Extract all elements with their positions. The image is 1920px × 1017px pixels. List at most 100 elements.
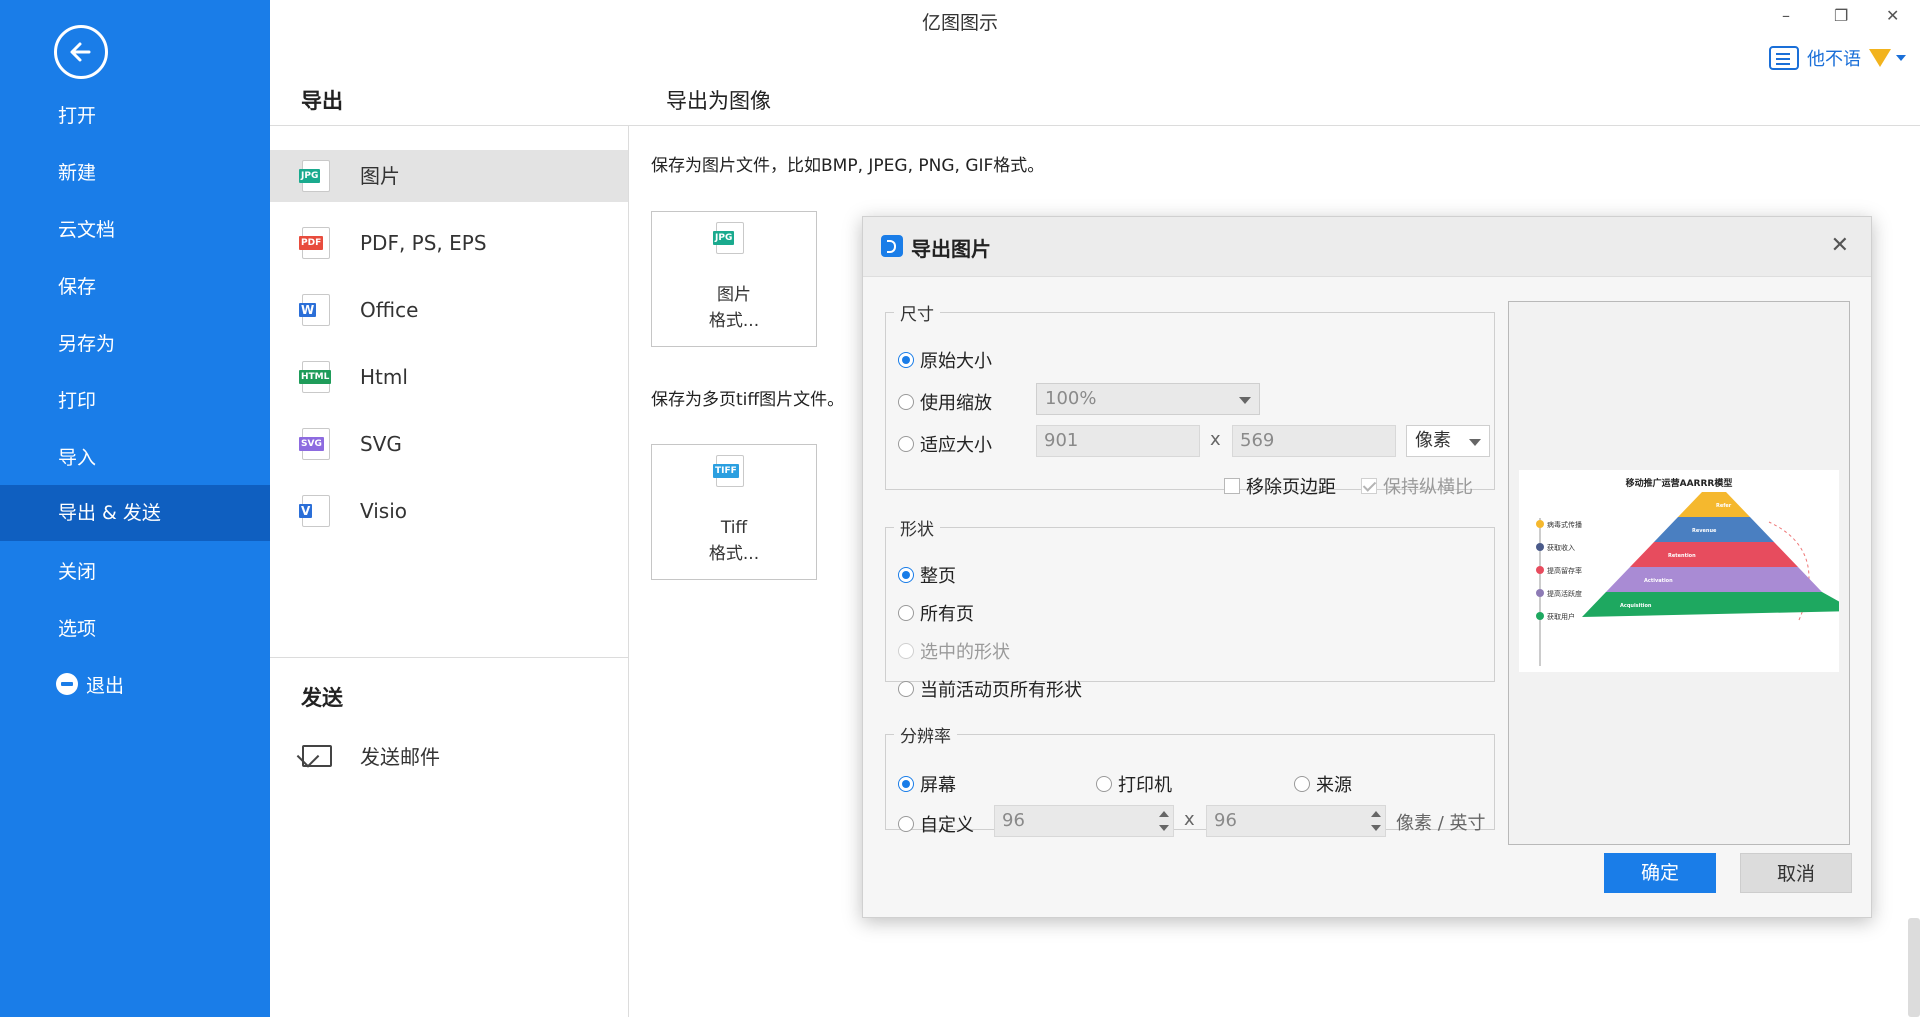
export-type-visio[interactable]: V Visio	[270, 485, 628, 537]
keep-ratio-option[interactable]: 保持纵横比	[1361, 473, 1473, 499]
dialog-title-bar: 导出图片 ✕	[863, 217, 1871, 277]
stepper-icon[interactable]	[1371, 809, 1381, 833]
preview-pyramid-label: Revenue	[1692, 528, 1717, 534]
dropdown-arrow-icon	[1239, 397, 1251, 404]
header-divider	[270, 125, 1920, 126]
preview-image: 移动推广运营AARRR模型 病毒式传播 获取收入 提高留存率 提高活跃度 获取用户 Re…	[1519, 470, 1856, 672]
resolution-screen-option[interactable]: 屏幕	[898, 771, 956, 797]
sidebar-item-cloud[interactable]: 云文档	[0, 202, 270, 258]
remove-margin-option[interactable]: 移除页边距	[1224, 473, 1336, 499]
screen-radio[interactable]	[898, 776, 914, 792]
export-heading: 导出	[301, 89, 343, 113]
custom-radio[interactable]	[898, 816, 914, 832]
preview-title: 移动推广运营AARRR模型	[1626, 477, 1733, 489]
sidebar-item-open[interactable]: 打开	[0, 88, 270, 144]
scrollbar[interactable]	[1908, 918, 1920, 1017]
resolution-custom-option[interactable]: 自定义	[898, 811, 974, 837]
shape-all-pages-option[interactable]: 所有页	[898, 600, 974, 626]
user-name[interactable]: 他不语	[1807, 45, 1861, 71]
remove-margin-checkbox[interactable]	[1224, 478, 1240, 494]
preview-pyramid-label: Refer	[1716, 503, 1732, 509]
sidebar-item-save-as[interactable]: 另存为	[0, 316, 270, 372]
preview-list-dot	[1536, 543, 1544, 551]
stepper-icon[interactable]	[1159, 809, 1169, 833]
preview-pyramid-layer	[1630, 542, 1798, 567]
exit-icon	[56, 672, 78, 695]
preview-pyramid-layer	[1606, 567, 1822, 592]
height-input[interactable]: 569	[1232, 425, 1396, 457]
whole-page-radio[interactable]	[898, 567, 914, 583]
source-radio[interactable]	[1294, 776, 1310, 792]
preview-pyramid-label: Activation	[1644, 578, 1673, 584]
export-type-html[interactable]: HTML Html	[270, 351, 628, 403]
dpi-x-input[interactable]: 96	[994, 805, 1174, 837]
preview-list-label: 病毒式传播	[1547, 520, 1582, 529]
shape-selected-option[interactable]: 选中的形状	[898, 638, 1010, 664]
resolution-times-label: x	[1184, 809, 1195, 830]
image-format-card[interactable]: JPG 图片 格式...	[651, 211, 817, 347]
preview-list-label: 提高活跃度	[1547, 589, 1582, 598]
size-fit-radio[interactable]	[898, 436, 914, 452]
send-divider	[270, 657, 628, 658]
size-zoom-option[interactable]: 使用缩放	[898, 389, 992, 415]
image-description: 保存为图片文件，比如BMP, JPEG, PNG, GIF格式。	[651, 156, 1045, 176]
export-type-image[interactable]: JPG 图片	[270, 150, 628, 202]
sidebar-item-save[interactable]: 保存	[0, 259, 270, 315]
ok-button[interactable]: 确定	[1604, 853, 1716, 893]
column-divider	[628, 126, 629, 1017]
pdf-file-icon: PDF	[299, 227, 330, 259]
close-dialog-button[interactable]: ✕	[1831, 233, 1849, 258]
current-page-radio[interactable]	[898, 681, 914, 697]
sidebar-item-exit[interactable]: 退出	[0, 658, 270, 714]
export-type-svg[interactable]: SVG SVG	[270, 418, 628, 470]
tiff-file-icon: TIFF	[713, 455, 744, 487]
close-window-button[interactable]: ✕	[1886, 6, 1899, 25]
svg-file-icon: SVG	[299, 428, 330, 460]
resolution-printer-option[interactable]: 打印机	[1096, 771, 1172, 797]
jpg-file-icon: JPG	[299, 160, 330, 192]
chat-icon[interactable]	[1769, 46, 1799, 70]
html-file-icon: HTML	[299, 361, 332, 393]
size-original-option[interactable]: 原始大小	[898, 347, 992, 373]
resolution-source-option[interactable]: 来源	[1294, 771, 1352, 797]
app-title: 亿图图示	[921, 12, 998, 34]
size-times-label: x	[1210, 429, 1221, 450]
preview-list-dot	[1536, 589, 1544, 597]
sidebar-item-new[interactable]: 新建	[0, 145, 270, 201]
all-pages-radio[interactable]	[898, 605, 914, 621]
sidebar-item-print[interactable]: 打印	[0, 373, 270, 429]
size-fit-option[interactable]: 适应大小	[898, 431, 992, 457]
cancel-button[interactable]: 取消	[1740, 853, 1852, 893]
resolution-group: 分辨率 屏幕 打印机 来源 自定义 96 x 96 像素 / 英寸	[885, 722, 1495, 837]
send-mail-item[interactable]: 发送邮件	[270, 731, 628, 783]
export-type-office[interactable]: W Office	[270, 284, 628, 336]
export-type-pdf[interactable]: PDF PDF, PS, EPS	[270, 217, 628, 269]
sidebar-item-export-send[interactable]: 导出 & 发送	[0, 485, 270, 541]
tiff-format-card[interactable]: TIFF Tiff 格式...	[651, 444, 817, 580]
preview-list-label: 获取收入	[1547, 543, 1575, 552]
keep-ratio-checkbox[interactable]	[1361, 478, 1377, 494]
dpi-y-input[interactable]: 96	[1206, 805, 1386, 837]
selected-shapes-radio[interactable]	[898, 643, 914, 659]
preview-list-dot	[1536, 612, 1544, 620]
sidebar-item-options[interactable]: 选项	[0, 601, 270, 657]
zoom-select[interactable]: 100%	[1036, 383, 1260, 415]
size-zoom-radio[interactable]	[898, 394, 914, 410]
printer-radio[interactable]	[1096, 776, 1112, 792]
shape-whole-page-option[interactable]: 整页	[898, 562, 956, 588]
send-mail-icon	[302, 745, 332, 767]
minimize-button[interactable]: –	[1782, 6, 1790, 25]
restore-button[interactable]: ❐	[1834, 6, 1848, 25]
size-original-radio[interactable]	[898, 352, 914, 368]
vip-badge-icon	[1869, 49, 1891, 67]
preview-list-dot	[1536, 520, 1544, 528]
chevron-down-icon[interactable]	[1896, 55, 1906, 61]
shape-current-page-option[interactable]: 当前活动页所有形状	[898, 676, 1082, 702]
user-account[interactable]: 他不语	[1769, 45, 1906, 71]
sidebar-item-close[interactable]: 关闭	[0, 544, 270, 600]
width-input[interactable]: 901	[1036, 425, 1200, 457]
sidebar-item-import[interactable]: 导入	[0, 430, 270, 486]
unit-select[interactable]: 像素	[1406, 425, 1490, 457]
tiff-description: 保存为多页tiff图片文件。	[651, 390, 845, 410]
visio-file-icon: V	[299, 495, 330, 527]
